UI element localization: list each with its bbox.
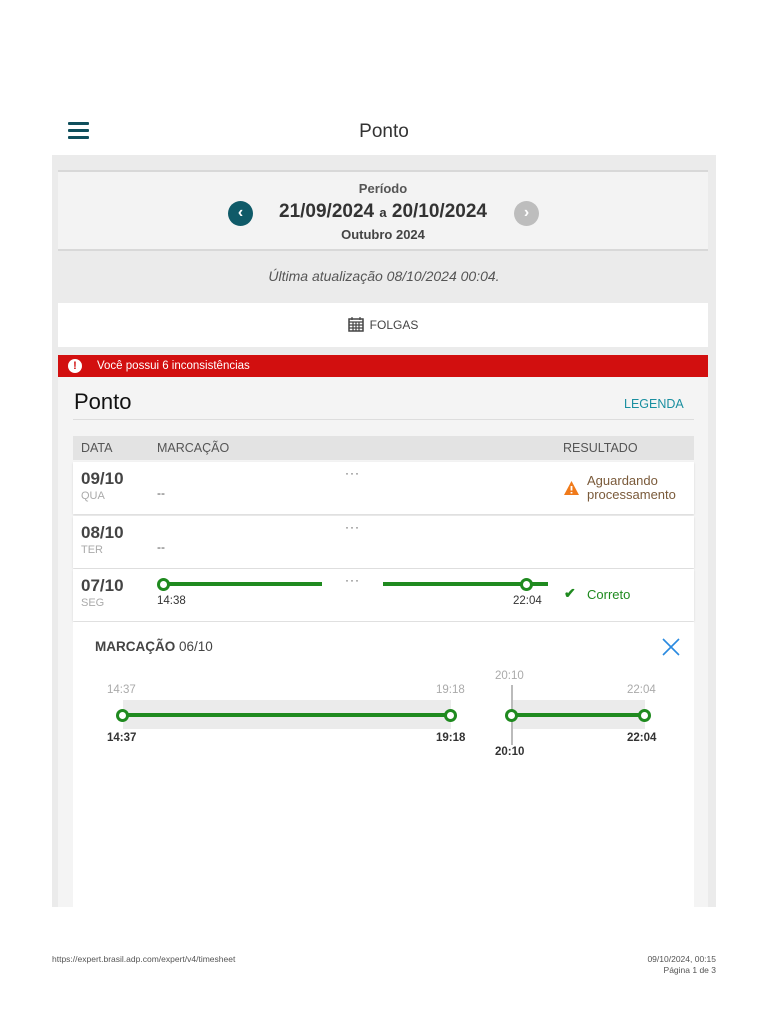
- punch-node: [116, 709, 129, 722]
- next-period-button[interactable]: ›: [514, 201, 539, 226]
- expected-time: 14:37: [107, 684, 136, 696]
- table-row[interactable]: 09/10 QUA -- ··· Aguardando processamento: [73, 462, 694, 514]
- row-weekday: SEG: [81, 597, 105, 609]
- punch-start: 14:38: [157, 595, 186, 607]
- period-label: Período: [358, 181, 408, 196]
- table-row[interactable]: 07/10 SEG ··· 14:38 22:04 ✔ Correto: [73, 569, 694, 621]
- period-connector: a: [379, 205, 387, 220]
- actual-time: 19:18: [436, 732, 466, 744]
- table-header: DATA MARCAÇÃO RESULTADO: [73, 436, 694, 460]
- footer-url: https://expert.brasil.adp.com/expert/v4/…: [52, 954, 236, 964]
- row-result: Aguardando processamento: [587, 474, 676, 502]
- last-update-text: Última atualização 08/10/2024 00:04.: [268, 268, 500, 284]
- timeline-segment: [163, 582, 322, 586]
- detail-label: MARCAÇÃO: [95, 639, 176, 654]
- result-line: Aguardando: [587, 473, 658, 488]
- legend-link[interactable]: LEGENDA: [624, 397, 684, 411]
- timeline-segment: [123, 713, 451, 717]
- detail-title: MARCAÇÃO 06/10: [95, 639, 213, 654]
- actual-time: 20:10: [495, 746, 525, 758]
- punch-node: [157, 578, 170, 591]
- row-marks: --: [157, 486, 165, 500]
- period-month: Outubro 2024: [341, 227, 425, 242]
- inconsistencies-alert[interactable]: ! Você possui 6 inconsistências: [58, 355, 708, 377]
- row-marks: --: [157, 540, 165, 554]
- footer-datetime: 09/10/2024, 00:15: [647, 954, 716, 964]
- footer-page: Página 1 de 3: [663, 965, 716, 975]
- timeline-segment: [512, 713, 645, 717]
- row-date: 09/10: [81, 469, 124, 488]
- period-end: 20/10/2024: [391, 201, 487, 222]
- more-icon[interactable]: ···: [345, 520, 360, 534]
- period-start: 21/09/2024: [279, 201, 375, 222]
- check-icon: ✔: [564, 585, 576, 601]
- row-date: 08/10: [81, 523, 124, 542]
- folgas-label: FOLGAS: [369, 318, 419, 332]
- row-date: 07/10: [81, 576, 124, 595]
- punch-node: [520, 578, 533, 591]
- punch-node: [505, 709, 518, 722]
- alert-text: Você possui 6 inconsistências: [97, 360, 250, 372]
- folgas-button[interactable]: FOLGAS: [58, 303, 708, 347]
- actual-time: 22:04: [627, 732, 657, 744]
- row-weekday: QUA: [81, 490, 105, 502]
- row-result: Correto: [587, 587, 631, 602]
- expected-time: 20:10: [495, 670, 524, 682]
- warning-icon: [564, 481, 579, 495]
- table-row[interactable]: 08/10 TER -- ···: [73, 516, 694, 568]
- header-marks: MARCAÇÃO: [157, 441, 230, 455]
- section-title: Ponto: [74, 389, 132, 414]
- header-result: RESULTADO: [563, 441, 638, 455]
- period-selector: Período ‹ 21/09/2024 a 20/10/2024 › Outu…: [58, 170, 708, 251]
- more-icon[interactable]: ···: [345, 573, 360, 587]
- punch-node: [444, 709, 457, 722]
- page-title: Ponto: [359, 121, 409, 142]
- result-line: processamento: [587, 487, 676, 502]
- header-date: DATA: [81, 441, 113, 455]
- row-weekday: TER: [81, 544, 103, 556]
- punch-node: [638, 709, 651, 722]
- exclamation-icon: !: [68, 359, 82, 373]
- detail-panel: [73, 622, 694, 907]
- close-icon[interactable]: [660, 636, 682, 658]
- more-icon[interactable]: ···: [345, 466, 360, 480]
- expected-time: 19:18: [436, 684, 465, 696]
- punch-end: 22:04: [513, 595, 542, 607]
- period-range: 21/09/2024 a 20/10/2024: [58, 201, 708, 223]
- calendar-icon: [347, 317, 364, 332]
- expected-time: 22:04: [627, 684, 656, 696]
- detail-date: 06/10: [179, 639, 213, 654]
- actual-time: 14:37: [107, 732, 137, 744]
- divider: [73, 419, 694, 420]
